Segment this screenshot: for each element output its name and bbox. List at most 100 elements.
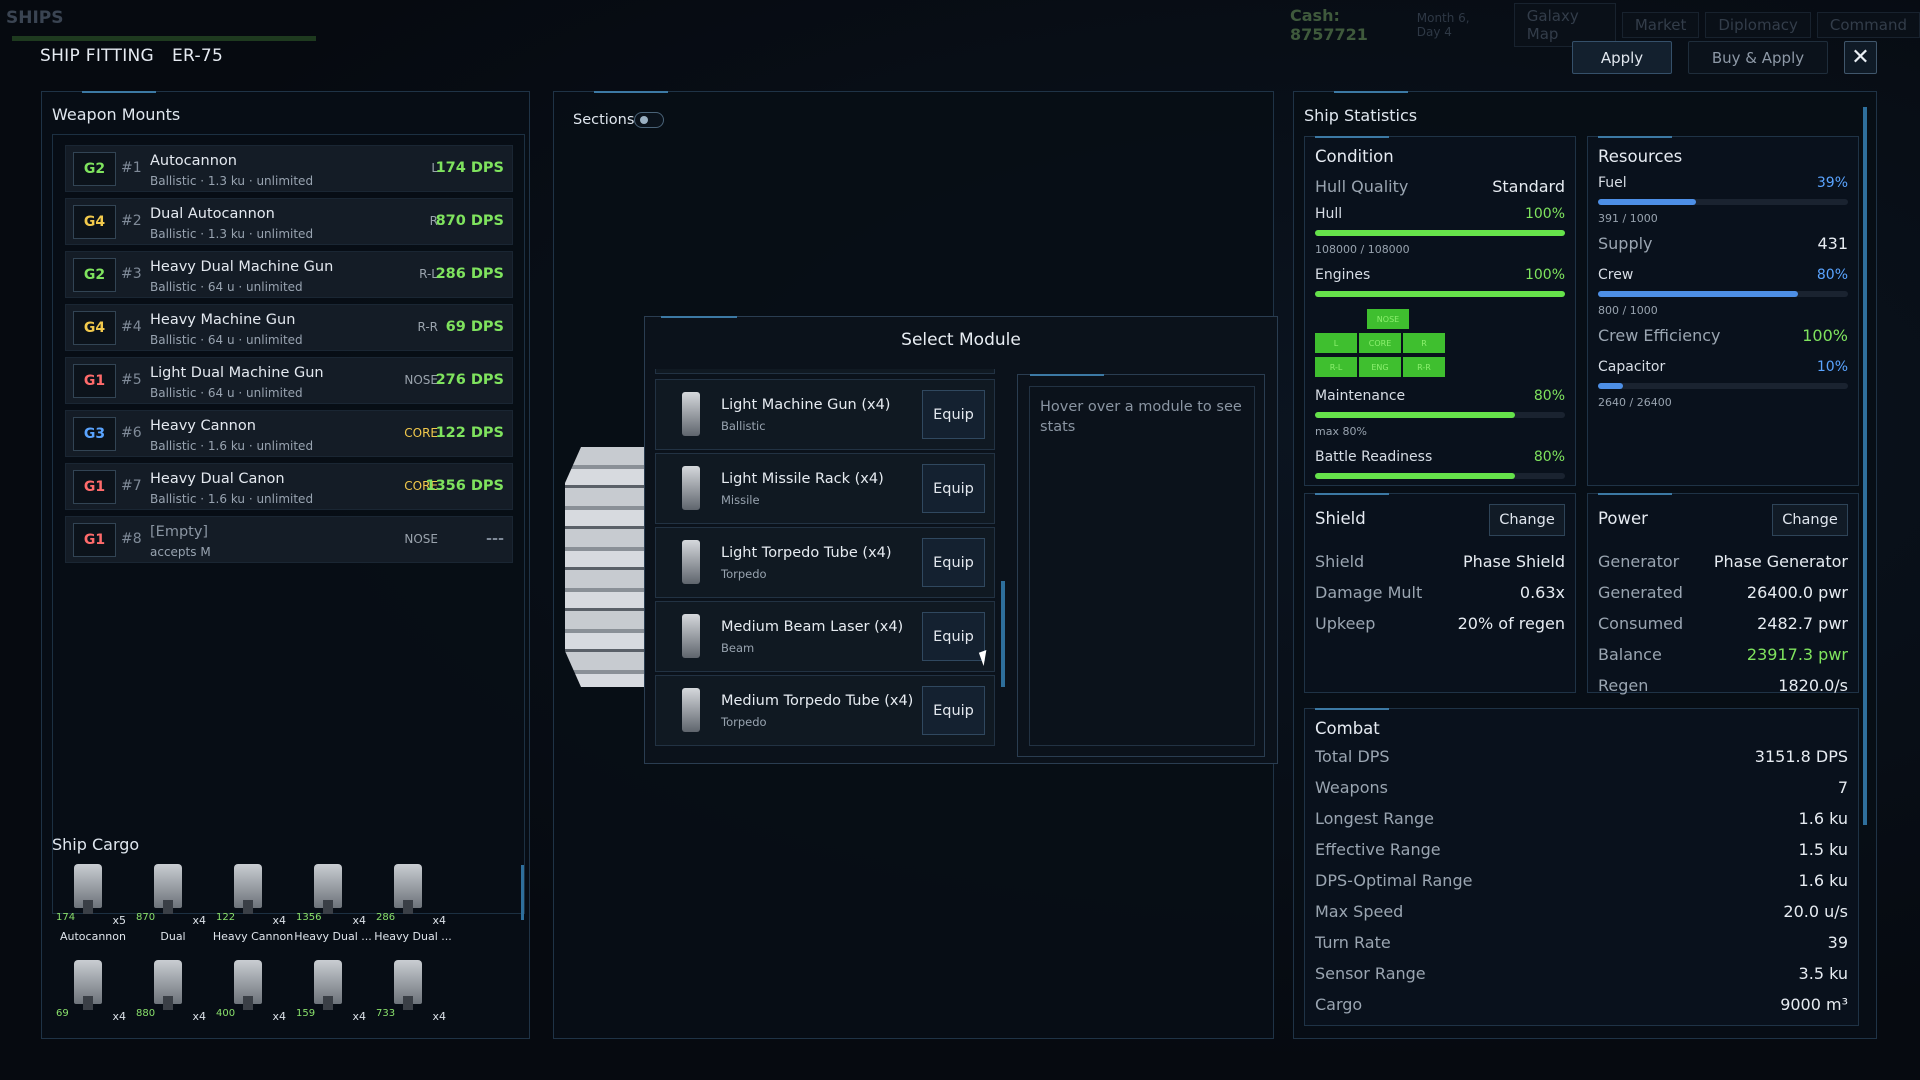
battle-readiness-bar-fill: [1315, 473, 1515, 479]
cargo-item[interactable]: 1356 x4 Heavy Dual ...: [290, 864, 372, 946]
supply-row: Supply 431: [1598, 234, 1848, 256]
weapon-mount-row[interactable]: G2 #1 Autocannon Ballistic · 1.3 ku · unlim…: [65, 145, 513, 192]
tab-market[interactable]: Market: [1621, 12, 1700, 38]
weapon-mount-row[interactable]: G4 #4 Heavy Machine Gun Ballistic · 64 u · …: [65, 304, 513, 351]
hull-quality-label: Hull Quality: [1315, 177, 1409, 196]
module-row[interactable]: Medium Beam Laser (x4) Beam Equip: [655, 601, 995, 672]
cash-readout: Cash: 8757721: [1290, 6, 1368, 44]
cargo-item[interactable]: 286 x4 Heavy Dual ...: [370, 864, 452, 946]
cargo-item[interactable]: 400 x4: [210, 960, 290, 1042]
weapon-dps: 69 DPS: [445, 319, 504, 335]
tab-diplomacy[interactable]: Diplomacy: [1705, 12, 1811, 38]
module-stats-hint: Hover over a module to see stats: [1029, 386, 1255, 746]
weapon-name: Dual Autocannon: [150, 206, 275, 222]
fitting-title: SHIP FITTING: [40, 46, 155, 66]
battle-readiness-percent: 80%: [1533, 449, 1565, 465]
crew-efficiency-value: 100%: [1802, 326, 1848, 345]
crew-bar: [1598, 291, 1848, 297]
buy-apply-button[interactable]: Buy & Apply: [1688, 41, 1828, 74]
cargo-item[interactable]: 122 x4 Heavy Cannon: [210, 864, 293, 946]
crew-label: Crew: [1598, 267, 1634, 283]
cargo-item[interactable]: 159 x4: [290, 960, 370, 1042]
close-button[interactable]: ✕: [1844, 41, 1877, 74]
ship-section-cell[interactable]: R-L: [1315, 357, 1357, 377]
fuel-bar-fill: [1598, 199, 1696, 205]
ship-section-cell[interactable]: NOSE: [1367, 309, 1409, 329]
weapon-mount-row[interactable]: G1 #8 [Empty] accepts M NOSE ---: [65, 516, 513, 563]
weapon-mount-row[interactable]: G4 #2 Dual Autocannon Ballistic · 1.3 ku · …: [65, 198, 513, 245]
module-name: Light Torpedo Tube (x4): [721, 545, 892, 561]
sections-toggle[interactable]: [634, 112, 664, 128]
ship-statistics-title: Ship Statistics: [1304, 106, 1418, 125]
crew-bar-fill: [1598, 291, 1798, 297]
weapon-name: Heavy Dual Machine Gun: [150, 259, 334, 275]
mount-slot: CORE: [404, 426, 438, 440]
equip-button[interactable]: Equip: [922, 464, 985, 513]
module-name: Medium Torpedo Tube (x4): [721, 693, 914, 709]
cargo-item[interactable]: 733 x4: [370, 960, 450, 1042]
weapon-module-icon: [394, 864, 422, 914]
grade-badge: G4: [73, 205, 116, 239]
stat-value: 3151.8 DPS: [1754, 747, 1848, 766]
cargo-item[interactable]: 880 x4: [130, 960, 210, 1042]
weapon-dps: ---: [485, 531, 504, 547]
weapon-mounts-list: G2 #1 Autocannon Ballistic · 1.3 ku · unlim…: [52, 134, 525, 914]
equip-button[interactable]: Equip: [922, 390, 985, 439]
weapon-details: Ballistic · 64 u · unlimited: [150, 386, 303, 400]
ship-section-cell[interactable]: L: [1315, 333, 1357, 353]
cargo-item[interactable]: 174 x5 Autocannon: [50, 864, 130, 946]
module-stats-box: Hover over a module to see stats: [1017, 374, 1265, 757]
stat-row: Longest Range 1.6 ku: [1315, 809, 1848, 831]
weapon-module-icon: [314, 960, 342, 1010]
weapon-name: [Empty]: [150, 524, 209, 540]
module-row[interactable]: Light Missile Rack (x4) Missile Equip: [655, 453, 995, 524]
equip-button[interactable]: Equip: [922, 612, 985, 661]
cargo-item-count: x4: [192, 914, 206, 927]
change-shield-button[interactable]: Change: [1489, 504, 1565, 536]
weapon-mount-row[interactable]: G3 #6 Heavy Cannon Ballistic · 1.6 ku · unl…: [65, 410, 513, 457]
ship-section-cell[interactable]: CORE: [1359, 333, 1401, 353]
module-list-scrollbar[interactable]: [1001, 581, 1005, 687]
module-icon: [682, 614, 700, 658]
cargo-scrollbar[interactable]: [521, 865, 524, 920]
weapon-mount-row[interactable]: G1 #5 Light Dual Machine Gun Ballistic · 64…: [65, 357, 513, 404]
ship-name: ER-75: [172, 46, 224, 66]
ship-fitting-screen: SHIPS Cash: 8757721 Month 6, Day 4 Galax…: [0, 0, 1920, 1080]
cargo-item[interactable]: 870 x4 Dual: [130, 864, 210, 946]
engines-percent: 100%: [1524, 267, 1565, 283]
equip-button[interactable]: Equip: [922, 538, 985, 587]
engines-bar-fill: [1315, 291, 1565, 297]
change-power-button[interactable]: Change: [1772, 504, 1848, 536]
tab-command[interactable]: Command: [1816, 12, 1920, 38]
crew-efficiency-row: Crew Efficiency 100%: [1598, 326, 1848, 348]
equip-button[interactable]: Equip: [922, 686, 985, 735]
apply-button[interactable]: Apply: [1572, 41, 1672, 74]
cargo-item[interactable]: 69 x4: [50, 960, 130, 1042]
stat-value: 7: [1837, 778, 1848, 797]
statistics-scrollbar[interactable]: [1863, 107, 1867, 825]
module-row[interactable]: Light Torpedo Tube (x4) Torpedo Equip: [655, 527, 995, 598]
weapon-details: Ballistic · 1.6 ku · unlimited: [150, 439, 314, 453]
crew-percent: 80%: [1816, 267, 1848, 283]
ship-section-cell[interactable]: ENG: [1359, 357, 1401, 377]
weapon-name: Light Dual Machine Gun: [150, 365, 324, 381]
engines-bar: [1315, 291, 1565, 297]
mount-slot: R-R: [417, 320, 438, 334]
stat-value: 1820.0/s: [1778, 676, 1848, 695]
background-bar: [12, 36, 316, 41]
ship-section-cell[interactable]: R-R: [1403, 357, 1445, 377]
crew-efficiency-label: Crew Efficiency: [1598, 326, 1721, 345]
ship-section-cell[interactable]: R: [1403, 333, 1445, 353]
ship-image: [565, 447, 645, 687]
mount-slot: NOSE: [404, 373, 438, 387]
module-row[interactable]: Medium Torpedo Tube (x4) Torpedo Equip: [655, 675, 995, 746]
stat-label: Sensor Range: [1315, 964, 1426, 983]
weapon-mount-row[interactable]: G2 #3 Heavy Dual Machine Gun Ballistic · 64…: [65, 251, 513, 298]
combat-section: Combat Total DPS 3151.8 DPS Weapons 7 Longes…: [1304, 708, 1859, 1026]
weapon-mount-row[interactable]: G1 #7 Heavy Dual Canon Ballistic · 1.6 ku ·…: [65, 463, 513, 510]
cargo-item-count: x4: [112, 1010, 126, 1023]
mount-slot: NOSE: [404, 532, 438, 546]
weapon-details: Ballistic · 64 u · unlimited: [150, 333, 303, 347]
weapon-module-icon: [74, 960, 102, 1010]
module-row[interactable]: Light Machine Gun (x4) Ballistic Equip: [655, 379, 995, 450]
